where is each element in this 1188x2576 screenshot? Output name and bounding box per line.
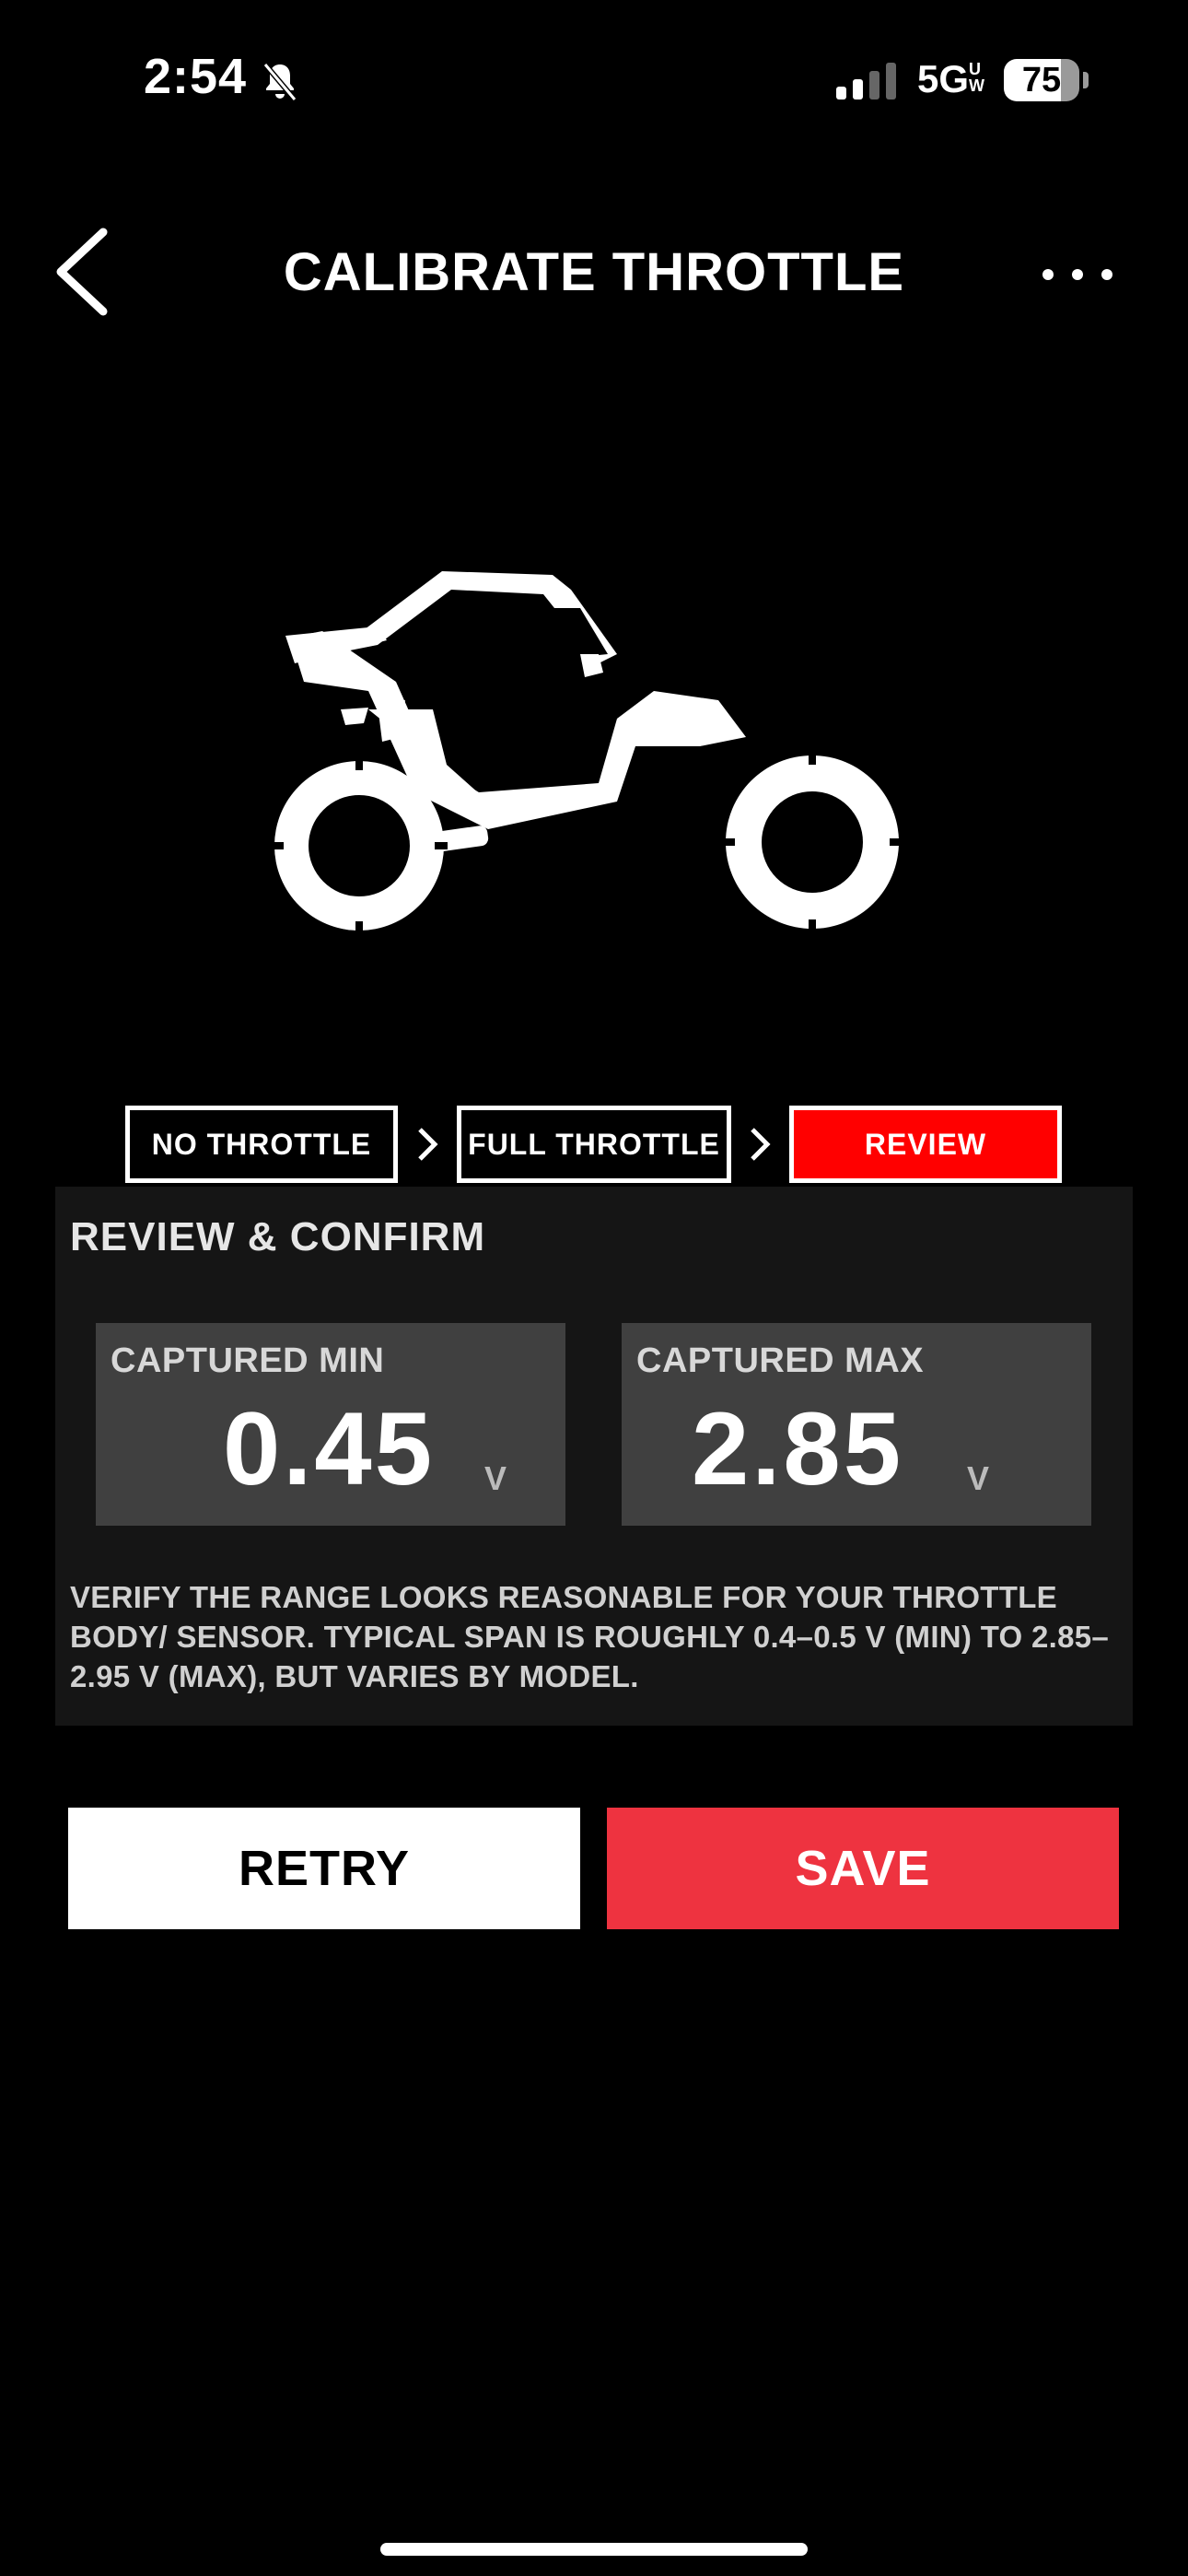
chevron-right-icon bbox=[751, 1128, 771, 1161]
captured-min-card: CAPTURED MIN 0.45 V bbox=[96, 1323, 565, 1526]
captured-max-value: 2.85 bbox=[692, 1391, 903, 1506]
retry-button[interactable]: RETRY bbox=[68, 1808, 580, 1929]
more-horizontal-icon bbox=[1042, 269, 1112, 280]
step-no-throttle: NO THROTTLE bbox=[125, 1106, 398, 1183]
network-type-suffix: UW bbox=[969, 60, 984, 95]
step-review: REVIEW bbox=[789, 1106, 1062, 1183]
cellular-signal-icon bbox=[836, 63, 896, 100]
step-label: REVIEW bbox=[864, 1127, 987, 1161]
utv-side-by-side-icon bbox=[271, 571, 903, 934]
bell-muted-icon bbox=[262, 63, 297, 101]
rear-wheel bbox=[722, 752, 903, 932]
battery-icon: 75 bbox=[1004, 59, 1079, 101]
captured-max-card: CAPTURED MAX 2.85 V bbox=[622, 1323, 1091, 1526]
save-button[interactable]: SAVE bbox=[607, 1808, 1119, 1929]
page-title: CALIBRATE THROTTLE bbox=[283, 242, 905, 302]
step-label: NO THROTTLE bbox=[151, 1127, 372, 1161]
captured-max-unit: V bbox=[967, 1459, 990, 1497]
more-options-button[interactable] bbox=[1031, 249, 1124, 300]
captured-min-value: 0.45 bbox=[223, 1391, 435, 1506]
review-title: REVIEW & CONFIRM bbox=[70, 1214, 486, 1259]
captured-min-unit: V bbox=[484, 1459, 507, 1497]
battery-nub bbox=[1083, 72, 1089, 88]
captured-max-label: CAPTURED MAX bbox=[636, 1341, 925, 1380]
step-full-throttle: FULL THROTTLE bbox=[457, 1106, 731, 1183]
home-indicator[interactable] bbox=[380, 2543, 808, 2556]
captured-min-label: CAPTURED MIN bbox=[111, 1341, 385, 1380]
status-time: 2:54 bbox=[144, 49, 248, 104]
network-type: 5G bbox=[917, 57, 970, 100]
review-note: VERIFY THE RANGE LOOKS REASONABLE FOR YO… bbox=[70, 1580, 1110, 1693]
chevron-right-icon bbox=[418, 1128, 438, 1161]
step-label: FULL THROTTLE bbox=[468, 1127, 720, 1161]
battery-level: 75 bbox=[1021, 61, 1062, 100]
